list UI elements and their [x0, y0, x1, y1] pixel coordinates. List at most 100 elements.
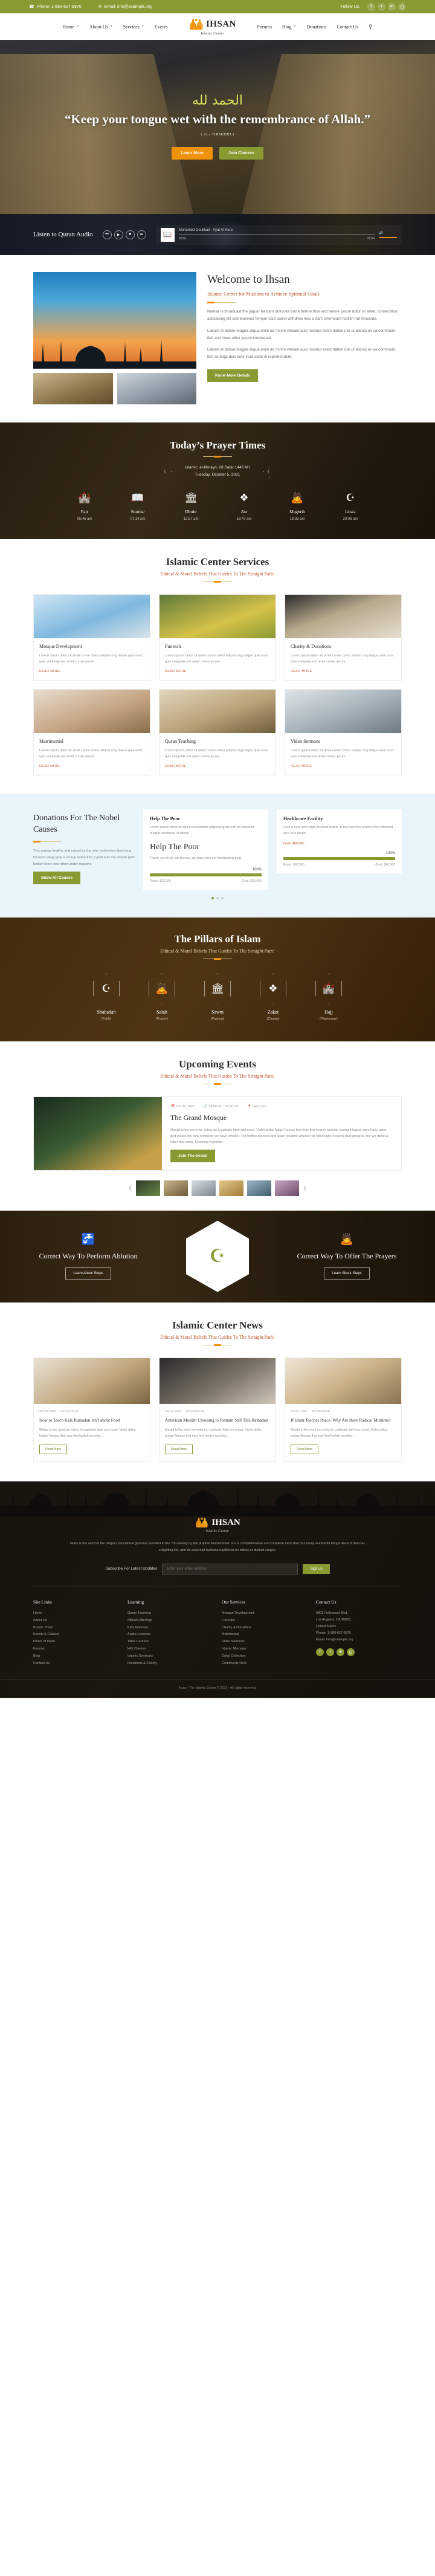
play-icon[interactable]: ▶ [114, 230, 123, 239]
event-thumb[interactable] [192, 1180, 216, 1196]
news-card[interactable]: Oct 04, 2021 04 Comments American Muslim… [159, 1357, 276, 1463]
event-thumb[interactable] [219, 1180, 243, 1196]
prayer-sunrise[interactable]: 📖 Sunrise 07:14 am [111, 493, 164, 521]
facebook-icon[interactable]: f [316, 1648, 324, 1656]
pillar-shahadah[interactable]: ☪ Shahadah (Faith) [84, 973, 129, 1021]
footer-link[interactable]: Donations & Charity [127, 1660, 213, 1668]
join-the-event-button[interactable]: Join The Event! [170, 1149, 216, 1162]
previous-track-icon[interactable]: ⏮ [102, 230, 112, 239]
service-card[interactable]: Funerals Lorem ipsum dolor sit amet cons… [159, 594, 276, 681]
service-card[interactable]: Charity & Donations Lorem ipsum dolor si… [285, 594, 402, 681]
read-more-button[interactable]: Read More [291, 1445, 319, 1455]
read-more-button[interactable]: Read More [165, 1445, 193, 1455]
event-thumb[interactable] [164, 1180, 188, 1196]
search-icon[interactable]: ⚲ [369, 24, 373, 30]
footer-link[interactable]: Pillars of Islam [33, 1639, 119, 1646]
linkedin-icon[interactable]: in [388, 2, 396, 11]
carousel-dot[interactable] [216, 896, 219, 899]
footer-link[interactable]: Contact Us [33, 1660, 119, 1668]
carousel-dot[interactable] [221, 896, 224, 899]
stop-icon[interactable]: ■ [125, 230, 135, 239]
prayer-ishaa[interactable]: ☪ Isha'a 20:06 am [324, 493, 377, 521]
welcome-thumb-2[interactable] [117, 373, 196, 404]
donation-card-healthcare-facility[interactable]: Healthcare Facility Give a best and help… [277, 809, 402, 873]
service-card[interactable]: Video Sermons Lorem ipsum dolor sit amet… [285, 688, 402, 775]
twitter-icon[interactable]: t [326, 1648, 334, 1656]
footer-link[interactable]: Islamic Seminars [127, 1653, 213, 1660]
event-thumb[interactable] [275, 1180, 299, 1196]
nav-item-services[interactable]: Services ▼ [123, 24, 144, 30]
footer-logo[interactable]: IHSAN [69, 1516, 366, 1529]
read-more-link[interactable]: READ MORE [165, 765, 270, 768]
join-classes-button[interactable]: Join Classes [219, 146, 263, 160]
footer-link[interactable]: About Us [33, 1617, 119, 1625]
service-card[interactable]: Matrimonial Lorem ipsum dolor sit amet c… [33, 688, 150, 775]
facebook-icon[interactable]: f [367, 2, 375, 11]
event-card[interactable]: 📅 Oct 09, 2021 🕓 09:00 am - 05:00 pm 📍 New … [33, 1096, 402, 1171]
phone-contact[interactable]: ☎ Phone: 1-580-627-9870 [29, 4, 82, 10]
footer-link[interactable]: Kids Madrasa [127, 1625, 213, 1632]
donation-card-help-the-poor[interactable]: Help The Poor Lorem ipsum dolor sit amet… [143, 809, 268, 890]
nav-item-contact-us[interactable]: Contact Us [337, 24, 358, 30]
show-all-causes-button[interactable]: Show All Causes [33, 871, 81, 884]
footer-link[interactable]: Matrimonial [222, 1631, 308, 1639]
read-more-button[interactable]: Read More [39, 1445, 68, 1455]
track-progress-bar[interactable] [178, 234, 375, 235]
chevron-right-icon[interactable]: ❯ [303, 1185, 307, 1191]
volume-bar[interactable] [379, 237, 397, 238]
event-thumb[interactable] [136, 1180, 160, 1196]
footer-link[interactable]: Events & Classes [33, 1631, 119, 1639]
footer-phone[interactable]: Phone: 1-580-627-9870 [316, 1630, 402, 1637]
footer-link[interactable]: Hifz Classes [127, 1646, 213, 1653]
footer-link[interactable]: Funerals [222, 1617, 308, 1625]
learn-more-button[interactable]: Learn More [172, 146, 213, 160]
email-contact[interactable]: ✉ Email: info@example.org [98, 4, 152, 10]
prayer-asr[interactable]: ❖ Asr 16:47 am [218, 493, 271, 521]
footer-link[interactable]: Community Help [222, 1660, 308, 1668]
cta-prayers-button[interactable]: Learn About Steps [324, 1267, 370, 1280]
read-more-link[interactable]: READ MORE [39, 670, 144, 673]
cta-ablution-button[interactable]: Learn About Steps [65, 1267, 111, 1280]
footer-link[interactable]: Islamic Marriage [222, 1646, 308, 1653]
footer-link[interactable]: Nikkah Offerings [127, 1617, 213, 1625]
footer-link[interactable]: Tafsir Courses [127, 1639, 213, 1646]
footer-link[interactable]: Quran Teaching [127, 1610, 213, 1617]
volume-control[interactable]: 🔊 [379, 231, 397, 238]
nav-item-about-us[interactable]: About Us ▼ [89, 24, 113, 30]
news-card[interactable]: Oct 04, 2021 06 Comments If Islam Teache… [285, 1357, 402, 1463]
linkedin-icon[interactable]: in [337, 1648, 344, 1656]
chevron-left-icon[interactable]: ❮ [128, 1185, 132, 1191]
pillar-hajj[interactable]: 🏰 Hajj (Pilgrimage) [306, 973, 351, 1021]
welcome-thumb-1[interactable] [33, 373, 113, 404]
footer-link[interactable]: Charity & Donations [222, 1625, 308, 1632]
pillar-salah[interactable]: 🙇 Salah (Prayer) [140, 973, 184, 1021]
pillar-zakat[interactable]: ❖ Zakat (Charity) [251, 973, 295, 1021]
read-more-link[interactable]: READ MORE [39, 765, 144, 768]
twitter-icon[interactable]: t [378, 2, 385, 11]
footer-link[interactable]: Home [33, 1610, 119, 1617]
event-thumb[interactable] [247, 1180, 271, 1196]
nav-item-donations[interactable]: Donations [306, 24, 326, 30]
service-card[interactable]: Quran Teaching Lorem ipsum dolor sit ame… [159, 688, 276, 775]
nav-item-forums[interactable]: Forums [257, 24, 271, 30]
service-card[interactable]: Mosque Development Lorem ipsum dolor sit… [33, 594, 150, 681]
nav-item-home[interactable]: Home ▼ [62, 24, 79, 30]
subscribe-email-input[interactable] [162, 1563, 298, 1574]
nav-item-blog[interactable]: Blog ▼ [282, 24, 297, 30]
footer-link[interactable]: Forums [33, 1646, 119, 1653]
footer-link[interactable]: Arabic Lessons [127, 1631, 213, 1639]
footer-link[interactable]: Video Sermons [222, 1639, 308, 1646]
read-more-link[interactable]: READ MORE [165, 670, 270, 673]
prayer-dhuhr[interactable]: 🏛 Dhuhr 12:57 am [164, 493, 218, 521]
prayer-fajr[interactable]: 🏰 Fajr 05:46 am [58, 493, 111, 521]
footer-link[interactable]: Prayer Times [33, 1625, 119, 1632]
site-logo[interactable]: IHSAN Islamic Center [183, 18, 241, 36]
carousel-dot[interactable] [211, 896, 214, 899]
news-card[interactable]: Oct 04, 2021 02 Comments How to Teach Ki… [33, 1357, 150, 1463]
instagram-icon[interactable]: ▢ [347, 1648, 355, 1656]
nav-item-events[interactable]: Events [155, 24, 168, 30]
know-more-details-button[interactable]: Know More Details [207, 369, 259, 383]
footer-email[interactable]: Email: info@example.org [316, 1637, 402, 1643]
subscribe-signup-button[interactable]: Sign up [303, 1564, 330, 1574]
read-more-link[interactable]: READ MORE [291, 765, 396, 768]
